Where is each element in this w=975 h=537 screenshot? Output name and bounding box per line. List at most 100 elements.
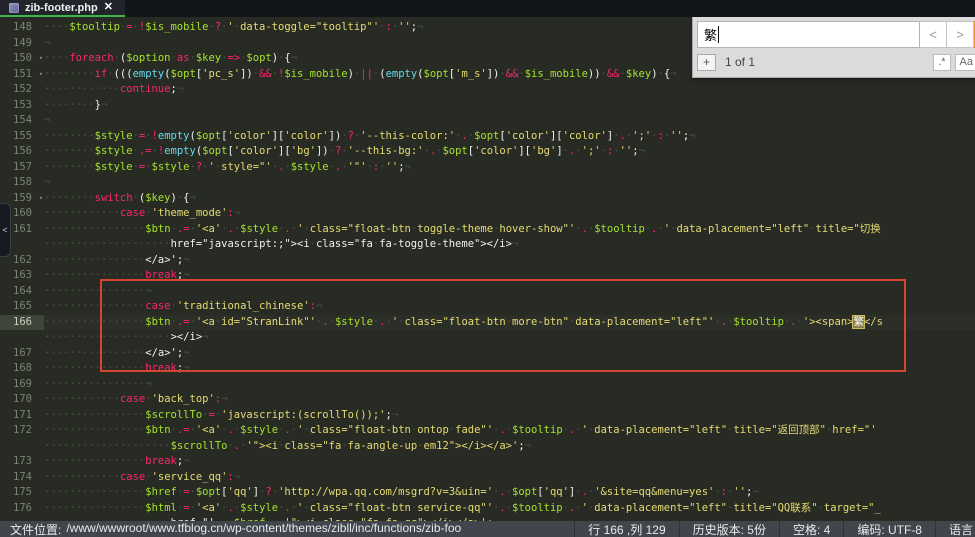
code-row[interactable]: 169················¬ — [0, 377, 975, 393]
line-number[interactable]: 165 — [0, 299, 44, 315]
code-row[interactable]: 173················break;¬ — [0, 454, 975, 470]
code-text: ········switch·($key)·{¬ — [44, 191, 975, 207]
fold-arrow-icon[interactable]: ▾ — [39, 67, 43, 83]
match-count: 1 of 1 — [725, 55, 929, 69]
search-row: < > — [697, 21, 975, 48]
code-row[interactable]: ····················$scrollTo·.·'"><i·cl… — [0, 439, 975, 455]
line-number[interactable] — [0, 439, 44, 455]
indent-spaces[interactable]: 空格: 4 — [779, 521, 843, 537]
code-row[interactable]: 164················¬ — [0, 284, 975, 300]
code-row[interactable]: 155········$style·=·!empty($opt['color']… — [0, 129, 975, 145]
code-row[interactable]: 154¬ — [0, 113, 975, 129]
code-text: ····················$scrollTo·.·'"><i·cl… — [44, 439, 975, 455]
search-input-wrap — [697, 21, 920, 48]
line-number[interactable]: 156 — [0, 144, 44, 160]
code-text: ················$href·=·$opt['qq']·?·'ht… — [44, 485, 975, 501]
code-text: ········$style·=·!empty($opt['color']['c… — [44, 129, 975, 145]
tab-zib-footer[interactable]: zib-footer.php ✕ — [0, 0, 125, 17]
code-row[interactable]: 175················$href·=·$opt['qq']·?·… — [0, 485, 975, 501]
line-number[interactable]: 167 — [0, 346, 44, 362]
line-number[interactable]: 174 — [0, 470, 44, 486]
sidebar-collapse-handle[interactable]: < — [0, 203, 11, 257]
code-row[interactable]: 170············case·'back_top':¬ — [0, 392, 975, 408]
code-text: ················break;¬ — [44, 268, 975, 284]
code-text: ············case·'back_top':¬ — [44, 392, 975, 408]
code-row[interactable]: 153········}¬ — [0, 98, 975, 114]
code-row[interactable]: 156········$style·.=·!empty($opt['color'… — [0, 144, 975, 160]
line-number[interactable]: 150▾ — [0, 51, 44, 67]
code-text: ········}¬ — [44, 98, 975, 114]
code-row[interactable]: 172················$btn·.=·'<a'·.·$style… — [0, 423, 975, 439]
line-number[interactable]: 168 — [0, 361, 44, 377]
code-row[interactable]: 161················$btn·.=·'<a'·.·$style… — [0, 222, 975, 238]
language[interactable]: 语言 — [935, 521, 975, 537]
status-items: 行 166 ,列 129 历史版本: 5份 空格: 4 编码: UTF-8 语言 — [574, 521, 975, 537]
code-text: ············case·'theme_mode':¬ — [44, 206, 975, 222]
code-text: ············case·'service_qq':¬ — [44, 470, 975, 486]
code-row[interactable]: 162················</a>';¬ — [0, 253, 975, 269]
file-location: 文件位置: /www/wwwroot/www.tfblog.cn/wp-cont… — [0, 521, 461, 537]
code-row[interactable]: 176················$html·=·'<a'·.·$style… — [0, 501, 975, 517]
status-bar: 文件位置: /www/wwwroot/www.tfblog.cn/wp-cont… — [0, 521, 975, 537]
code-text: ¬ — [44, 175, 975, 191]
code-row[interactable]: 152············continue;¬ — [0, 82, 975, 98]
line-number[interactable]: 148 — [0, 20, 44, 36]
code-row[interactable]: 171················$scrollTo·=·'javascri… — [0, 408, 975, 424]
line-number[interactable]: 154 — [0, 113, 44, 129]
file-location-label: 文件位置: — [10, 521, 61, 537]
code-row[interactable]: 174············case·'service_qq':¬ — [0, 470, 975, 486]
line-number[interactable]: 157 — [0, 160, 44, 176]
line-number[interactable]: 158 — [0, 175, 44, 191]
code-row[interactable]: 160············case·'theme_mode':¬ — [0, 206, 975, 222]
code-row[interactable]: 158¬ — [0, 175, 975, 191]
find-prev-button[interactable]: < — [920, 21, 947, 48]
find-next-button[interactable]: > — [947, 21, 974, 48]
code-text: ················$btn·.=·'<a'·.·$style·.·… — [44, 423, 975, 439]
code-text: ················$btn·.=·'<a'·.·$style·.·… — [44, 222, 975, 238]
line-number[interactable]: 175 — [0, 485, 44, 501]
code-text: ················</a>';¬ — [44, 346, 975, 362]
code-row[interactable]: 163················break;¬ — [0, 268, 975, 284]
code-text: ················</a>';¬ — [44, 253, 975, 269]
history-versions[interactable]: 历史版本: 5份 — [679, 521, 779, 537]
code-row[interactable]: 166················$btn·.=·'<a·id="Stran… — [0, 315, 975, 331]
code-row[interactable]: ····················href="javascript:;">… — [0, 237, 975, 253]
code-row[interactable]: 167················</a>';¬ — [0, 346, 975, 362]
search-input[interactable] — [697, 21, 920, 48]
code-row[interactable]: ····················></i>¬ — [0, 330, 975, 346]
line-number[interactable]: 164 — [0, 284, 44, 300]
code-row[interactable]: 157········$style·=·$style·?·'·style="'·… — [0, 160, 975, 176]
line-number[interactable]: 163 — [0, 268, 44, 284]
code-row[interactable]: 168················break;¬ — [0, 361, 975, 377]
line-number[interactable]: 176 — [0, 501, 44, 517]
encoding[interactable]: 编码: UTF-8 — [843, 521, 935, 537]
line-number[interactable] — [0, 330, 44, 346]
case-sensitive-toggle-button[interactable]: Aa — [955, 54, 975, 71]
fold-arrow-icon[interactable]: ▾ — [39, 51, 43, 67]
code-text: ············continue;¬ — [44, 82, 975, 98]
tab-close-icon[interactable]: ✕ — [104, 2, 113, 13]
line-number[interactable]: 153 — [0, 98, 44, 114]
code-row[interactable]: 165················case·'traditional_chi… — [0, 299, 975, 315]
line-number[interactable]: 149 — [0, 36, 44, 52]
file-path: /www/wwwroot/www.tfblog.cn/wp-content/th… — [66, 521, 461, 537]
line-number[interactable]: 151▾ — [0, 67, 44, 83]
editor-window: zib-footer.php ✕ 148····$tooltip·=·!$is_… — [0, 0, 975, 537]
code-text: ········$style·=·$style·?·'·style="'·.·$… — [44, 160, 975, 176]
tab-bar: zib-footer.php ✕ — [0, 0, 975, 17]
line-number[interactable]: 169 — [0, 377, 44, 393]
line-number[interactable]: 152 — [0, 82, 44, 98]
line-number[interactable]: 170 — [0, 392, 44, 408]
regex-toggle-button[interactable]: .* — [933, 54, 950, 71]
fold-arrow-icon[interactable]: ▾ — [39, 191, 43, 207]
line-number[interactable]: 155 — [0, 129, 44, 145]
code-editor[interactable]: 148····$tooltip·=·!$is_mobile·?·'·data-t… — [0, 17, 975, 521]
line-number[interactable]: 172 — [0, 423, 44, 439]
replace-toggle-button[interactable]: + — [697, 54, 716, 71]
code-text: ················case·'traditional_chines… — [44, 299, 975, 315]
line-number[interactable]: 173 — [0, 454, 44, 470]
line-number[interactable]: 166 — [0, 315, 44, 331]
code-row[interactable]: 159▾········switch·($key)·{¬ — [0, 191, 975, 207]
search-panel: < > + 1 of 1 .* Aa — [692, 17, 975, 78]
line-number[interactable]: 171 — [0, 408, 44, 424]
